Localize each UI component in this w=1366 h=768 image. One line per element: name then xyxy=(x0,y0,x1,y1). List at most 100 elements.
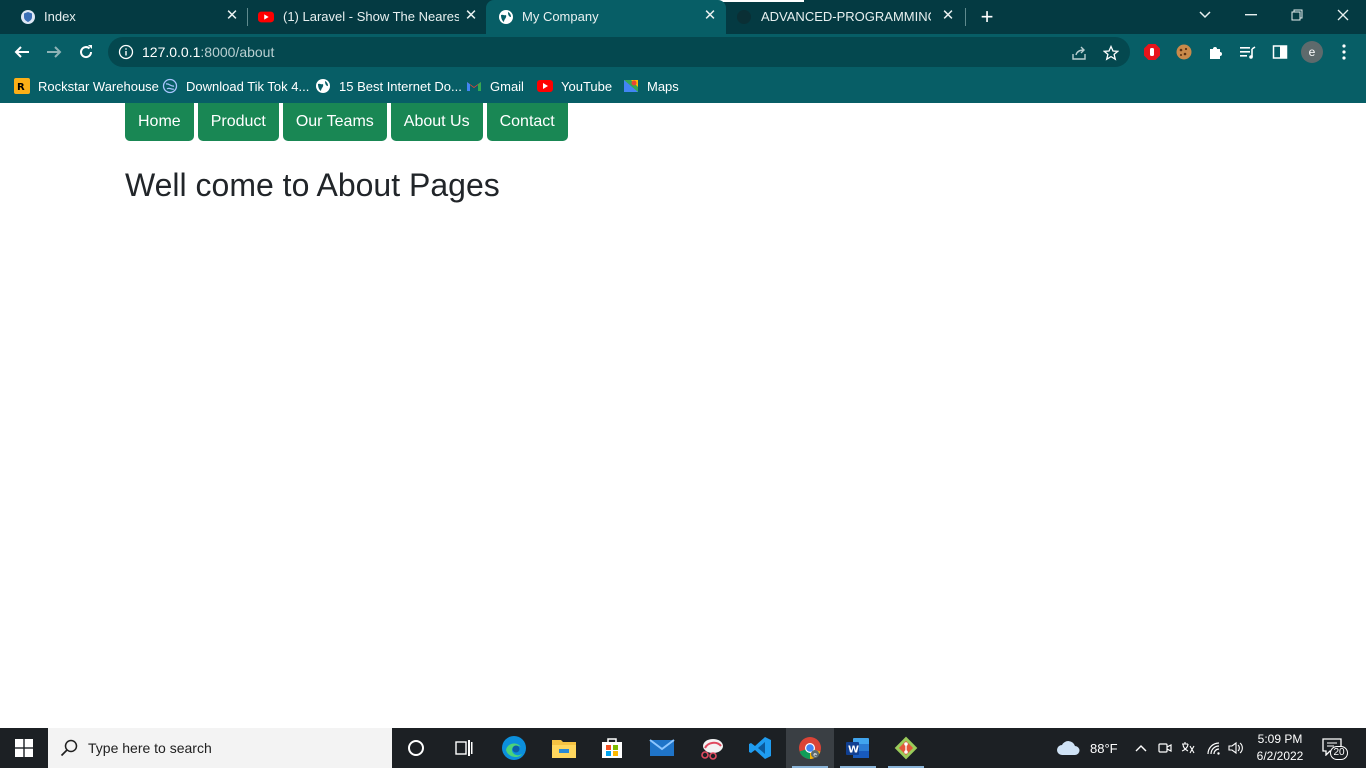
bookmark-tiktok[interactable]: Download Tik Tok 4... xyxy=(162,76,309,96)
meet-now-button[interactable] xyxy=(1156,728,1174,768)
nav-our-teams-button[interactable]: Our Teams xyxy=(282,103,387,141)
cookie-extension-icon[interactable] xyxy=(1174,42,1194,62)
page-title: Well come to About Pages xyxy=(125,167,500,203)
show-hidden-icons-button[interactable] xyxy=(1132,728,1150,768)
taskbar-search[interactable]: Type here to search xyxy=(48,728,392,768)
github-icon xyxy=(736,9,752,25)
minimize-button[interactable] xyxy=(1228,0,1274,30)
url-text: 127.0.0.1:8000/about xyxy=(142,44,274,60)
back-button[interactable] xyxy=(8,38,36,66)
tab-title: ADVANCED-PROGRAMMING-IN- xyxy=(761,9,931,24)
tab-separator xyxy=(965,8,966,26)
tab-laravel-video[interactable]: (1) Laravel - Show The Nearest Sh ✕ xyxy=(248,0,486,34)
screen: Index ✕ (1) Laravel - Show The Nearest S… xyxy=(0,0,1366,768)
profile-avatar[interactable]: e xyxy=(1301,41,1323,63)
word-taskbar-button[interactable]: W xyxy=(834,728,882,768)
vscode-icon xyxy=(749,737,771,759)
windows-taskbar: Type here to search e W 88°F 5:09 PM 6/2… xyxy=(0,728,1366,768)
weather-widget[interactable]: 88°F xyxy=(1056,728,1126,768)
close-tab-icon[interactable]: ✕ xyxy=(702,8,718,24)
nav-home-button[interactable]: Home xyxy=(125,103,194,141)
tab-search-button[interactable] xyxy=(1182,0,1228,30)
reload-button[interactable] xyxy=(72,38,100,66)
nav-about-us-button[interactable]: About Us xyxy=(390,103,483,141)
action-center-button[interactable]: 20 xyxy=(1322,738,1348,760)
bookmark-internet-do[interactable]: 15 Best Internet Do... xyxy=(315,76,462,96)
youtube-icon xyxy=(258,9,274,25)
bookmarks-bar: R Rockstar Warehouse Download Tik Tok 4.… xyxy=(0,70,1366,103)
git-taskbar-button[interactable] xyxy=(882,728,930,768)
bookmark-label: Maps xyxy=(647,78,679,94)
snip-taskbar-button[interactable] xyxy=(688,728,736,768)
rockstar-icon: R xyxy=(14,78,30,94)
clock-time: 5:09 PM xyxy=(1257,732,1303,746)
camera-icon xyxy=(1158,743,1172,753)
close-icon xyxy=(1337,9,1349,21)
bookmark-gmail[interactable]: Gmail xyxy=(466,76,524,96)
clock-date: 6/2/2022 xyxy=(1256,749,1304,763)
edge-taskbar-button[interactable] xyxy=(490,728,538,768)
bookmark-youtube[interactable]: YouTube xyxy=(537,76,612,96)
start-button[interactable] xyxy=(0,728,48,768)
close-tab-icon[interactable]: ✕ xyxy=(940,8,956,24)
bookmark-rockstar-warehouse[interactable]: R Rockstar Warehouse xyxy=(14,76,159,96)
mail-icon xyxy=(649,739,675,756)
share-icon[interactable] xyxy=(1070,44,1088,62)
mail-taskbar-button[interactable] xyxy=(638,728,686,768)
vscode-taskbar-button[interactable] xyxy=(736,728,784,768)
git-icon xyxy=(894,736,918,760)
bookmark-label: Rockstar Warehouse xyxy=(38,78,159,94)
svg-text:W: W xyxy=(848,745,859,756)
globe-icon xyxy=(315,78,331,94)
chrome-taskbar-button[interactable]: e xyxy=(786,728,834,768)
tab-strip: Index ✕ (1) Laravel - Show The Nearest S… xyxy=(0,0,1366,34)
tab-my-company[interactable]: My Company ✕ xyxy=(486,0,726,34)
star-icon[interactable] xyxy=(1102,44,1120,62)
close-tab-icon[interactable]: ✕ xyxy=(224,8,240,24)
menu-kebab-icon[interactable] xyxy=(1334,42,1354,62)
address-bar[interactable]: 127.0.0.1:8000/about xyxy=(108,37,1130,67)
globe-icon xyxy=(498,9,514,25)
site-nav: Home Product Our Teams About Us Contact xyxy=(125,103,568,141)
edge-icon xyxy=(502,736,526,760)
close-tab-icon[interactable]: ✕ xyxy=(463,8,479,24)
new-tab-button[interactable]: + xyxy=(976,6,998,28)
tab-title: Index xyxy=(44,9,76,24)
store-taskbar-button[interactable] xyxy=(588,728,636,768)
task-view-icon xyxy=(455,740,473,756)
tab-title: My Company xyxy=(522,9,599,24)
info-icon[interactable] xyxy=(118,44,134,60)
store-icon xyxy=(602,738,622,758)
nav-product-button[interactable]: Product xyxy=(197,103,279,141)
forward-button[interactable] xyxy=(40,38,68,66)
network-button[interactable] xyxy=(1204,728,1224,768)
tab-github-repo[interactable]: ADVANCED-PROGRAMMING-IN- ✕ xyxy=(726,0,966,34)
arrow-right-icon xyxy=(47,46,62,58)
minimize-icon xyxy=(1245,14,1257,16)
svg-text:e: e xyxy=(813,752,817,759)
speaker-icon xyxy=(1228,741,1243,755)
side-panel-icon[interactable] xyxy=(1270,42,1290,62)
cortana-button[interactable] xyxy=(392,728,440,768)
chevron-down-icon xyxy=(1199,11,1211,19)
nav-contact-button[interactable]: Contact xyxy=(486,103,568,141)
adblock-extension-icon[interactable] xyxy=(1142,42,1162,62)
input-method-button[interactable] xyxy=(1178,728,1198,768)
file-explorer-button[interactable] xyxy=(540,728,588,768)
svg-text:R: R xyxy=(17,82,25,93)
tab-index[interactable]: Index ✕ xyxy=(0,0,248,34)
snipping-tool-icon xyxy=(701,739,723,760)
extensions-puzzle-icon[interactable] xyxy=(1206,42,1226,62)
reading-list-icon[interactable] xyxy=(1238,42,1258,62)
volume-button[interactable] xyxy=(1226,728,1246,768)
task-view-button[interactable] xyxy=(440,728,488,768)
taskbar-clock[interactable]: 5:09 PM 6/2/2022 xyxy=(1244,731,1316,765)
bookmark-maps[interactable]: Maps xyxy=(623,76,679,96)
shield-icon xyxy=(20,9,36,25)
close-window-button[interactable] xyxy=(1320,0,1366,30)
wifi-icon xyxy=(1207,742,1220,755)
reload-icon xyxy=(80,45,93,59)
tiktok-icon xyxy=(162,78,178,94)
maps-icon xyxy=(623,78,639,94)
restore-button[interactable] xyxy=(1274,0,1320,30)
